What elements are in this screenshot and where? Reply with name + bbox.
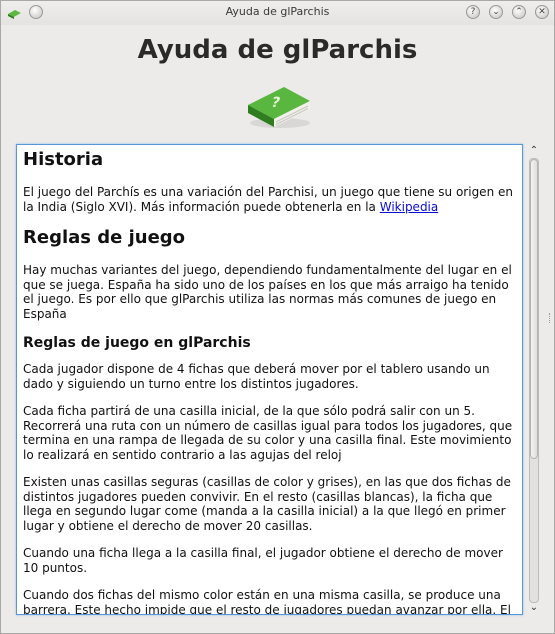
historia-paragraph: El juego del Parchís es una variación de… — [23, 185, 516, 214]
section-heading-historia: Historia — [23, 149, 104, 170]
green-book-question-icon: ? — [248, 87, 310, 128]
subsection-heading-reglas-glparchis: Reglas de juego en glParchis — [23, 335, 251, 351]
rule-paragraph: Existen unas casillas seguras (casillas … — [23, 475, 511, 533]
title-bar[interactable]: Ayuda de glParchis ? ⌄ ⌃ ✕ — [1, 1, 554, 25]
resize-grip[interactable] — [549, 313, 552, 323]
rule-paragraph: Cuando dos fichas del mismo color están … — [23, 588, 511, 615]
maximize-button[interactable]: ⌃ — [512, 5, 526, 19]
scroll-thumb[interactable] — [530, 159, 538, 459]
minimize-button[interactable]: ⌄ — [489, 5, 503, 19]
help-window: Ayuda de glParchis ? ⌄ ⌃ ✕ Ayuda de glPa… — [0, 0, 555, 634]
reglas-paragraph: Hay muchas variantes del juego, dependie… — [23, 263, 512, 321]
wikipedia-link[interactable]: Wikipedia — [380, 200, 439, 214]
rule-paragraph: Cada jugador dispone de 4 fichas que deb… — [23, 362, 490, 391]
close-button[interactable]: ✕ — [535, 5, 549, 19]
historia-text: El juego del Parchís es una variación de… — [23, 185, 513, 214]
scroll-up-arrow-icon[interactable]: ⌃ — [528, 146, 540, 156]
page-title: Ayuda de glParchis — [137, 35, 418, 65]
rule-paragraph: Cada ficha partirá de una casilla inicia… — [23, 404, 513, 462]
vertical-scrollbar[interactable]: ⌃ ⌄ — [525, 144, 543, 615]
scroll-down-arrow-icon[interactable]: ⌄ — [528, 603, 540, 613]
help-content-panel[interactable]: Historia El juego del Parchís es una var… — [16, 144, 523, 615]
help-button[interactable]: ? — [466, 5, 480, 19]
section-heading-reglas: Reglas de juego — [23, 227, 186, 248]
scroll-track[interactable] — [529, 158, 539, 603]
rule-paragraph: Cuando una ficha llega a la casilla fina… — [23, 546, 503, 575]
